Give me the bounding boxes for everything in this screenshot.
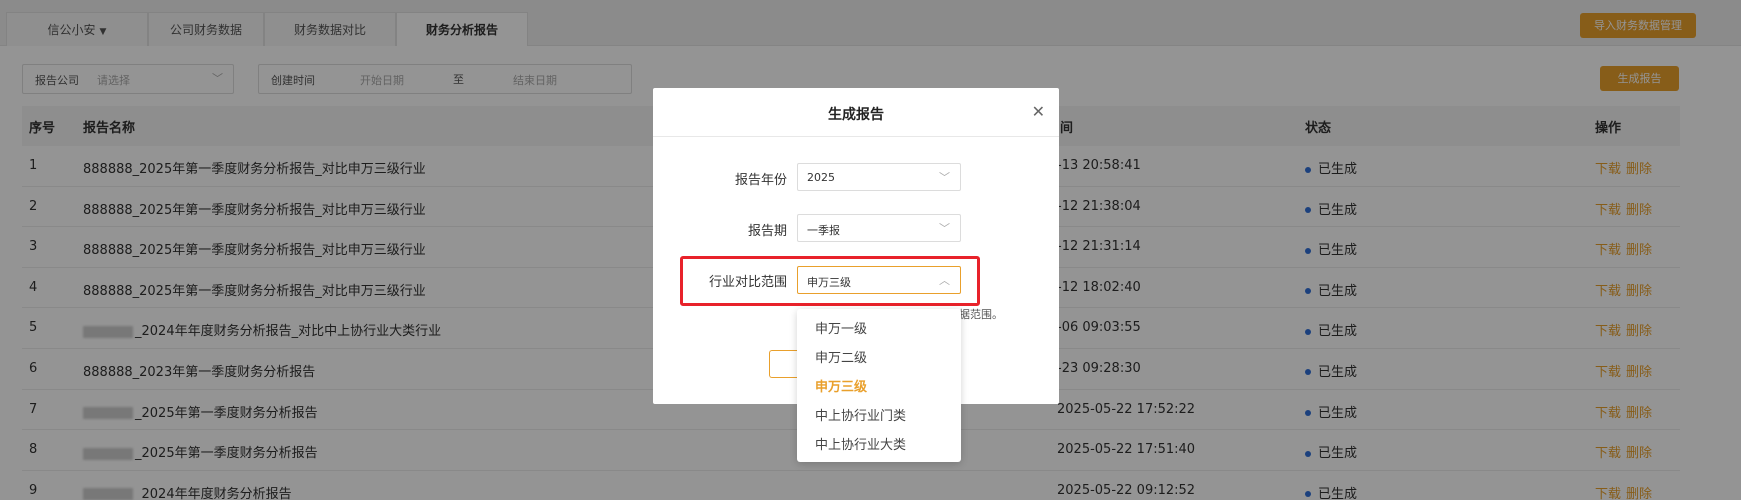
highlight-box	[680, 256, 980, 306]
report-year-label: 报告年份	[734, 173, 787, 188]
report-year-select[interactable]: 2025 ﹀	[797, 163, 961, 191]
report-period-value: 一季报	[807, 224, 840, 237]
industry-hint-text: 据范围。	[959, 308, 1003, 321]
dropdown-option-sw-level3[interactable]: 申万三级	[797, 373, 961, 402]
industry-range-dropdown: 申万一级 申万二级 申万三级 中上协行业门类 中上协行业大类	[797, 309, 961, 462]
report-period-label: 报告期	[747, 224, 787, 239]
dropdown-option-csrc-major[interactable]: 中上协行业大类	[797, 431, 961, 460]
dialog-title: 生成报告	[828, 107, 884, 123]
chevron-down-icon: ﹀	[939, 222, 950, 235]
report-period-select[interactable]: 一季报 ﹀	[797, 214, 961, 242]
dropdown-option-csrc-category[interactable]: 中上协行业门类	[797, 402, 961, 431]
close-icon[interactable]: ✕	[1032, 102, 1045, 121]
dialog-divider	[653, 136, 1059, 137]
chevron-down-icon: ﹀	[939, 171, 950, 184]
report-year-value: 2025	[807, 171, 835, 184]
dialog-cancel-button[interactable]	[769, 350, 799, 378]
dropdown-option-sw-level1[interactable]: 申万一级	[797, 315, 961, 344]
dropdown-option-sw-level2[interactable]: 申万二级	[797, 344, 961, 373]
